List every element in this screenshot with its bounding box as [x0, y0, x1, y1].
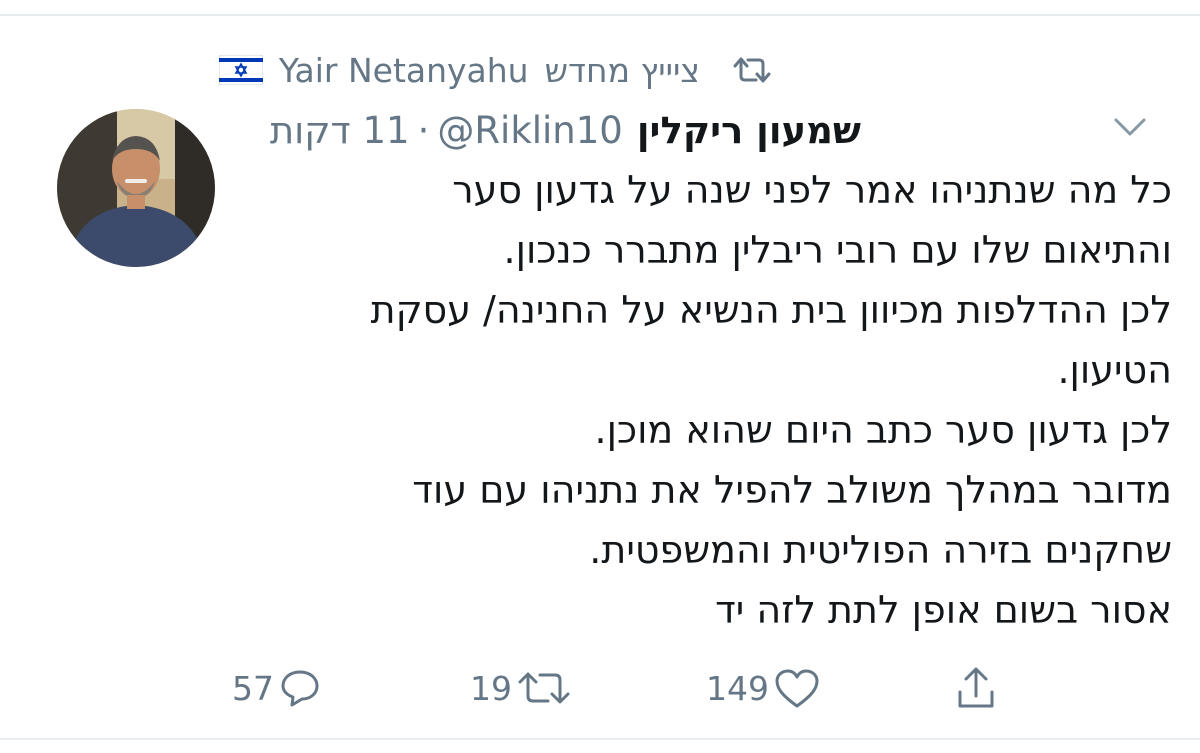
reply-icon: [281, 670, 319, 707]
retweet-button[interactable]: 19: [470, 660, 572, 716]
retweet-icon: [518, 672, 570, 704]
retweet-count: 19: [470, 668, 512, 708]
tweet-header: שמעון ריקלין @Riklin10 · 11 דקות: [270, 104, 861, 156]
like-button[interactable]: 149: [706, 660, 821, 716]
tweet-line: והתיאום שלו עם רובי ריבלין מתברר כנכון.: [503, 228, 1172, 272]
bottom-divider: [0, 738, 1200, 740]
display-name[interactable]: שמעון ריקלין: [637, 109, 861, 152]
reply-count: 57: [232, 668, 274, 708]
tweet-line: מדובר במהלך משולב להפיל את נתניהו עם עוד: [412, 468, 1172, 512]
tweet-line: כל מה שנתניהו אמר לפני שנה על גדעון סער: [452, 168, 1172, 212]
tweet-text: כל מה שנתניהו אמר לפני שנה על גדעון סער …: [252, 160, 1172, 640]
avatar[interactable]: [57, 109, 215, 267]
retweet-context: Yair Netanyahu ציייץ מחדש: [218, 46, 774, 94]
avatar-photo: [57, 109, 215, 267]
retweet-icon: [733, 57, 771, 83]
tweet-line: לכן גדעון סער כתב היום שהוא מוכן.: [594, 408, 1172, 452]
like-count: 149: [706, 668, 769, 708]
chevron-down-icon[interactable]: [1110, 112, 1150, 142]
tweet-actions: 57 19 149: [0, 660, 1200, 716]
tweet-line: שחקנים בזירה הפוליטית והמשפטית.: [589, 528, 1172, 572]
israel-flag-icon: [218, 55, 263, 85]
user-handle[interactable]: @Riklin10: [437, 109, 623, 152]
retweeter-name[interactable]: Yair Netanyahu: [279, 51, 529, 90]
tweet-line: אסור בשום אופן לתת לזה יד: [715, 588, 1172, 632]
reply-button[interactable]: 57: [232, 660, 322, 716]
share-button[interactable]: [954, 660, 998, 716]
tweet-line: לכן ההדלפות מכיוון בית הנשיא על החנינה/ …: [370, 288, 1172, 332]
timestamp[interactable]: 11 דקות: [270, 109, 410, 152]
share-icon: [958, 667, 994, 708]
top-divider: [0, 14, 1200, 16]
header-separator: ·: [417, 108, 430, 152]
retweet-label: ציייץ מחדש: [544, 50, 700, 90]
heart-icon: [775, 669, 819, 708]
tweet-line: הטיעון.: [1057, 348, 1172, 392]
